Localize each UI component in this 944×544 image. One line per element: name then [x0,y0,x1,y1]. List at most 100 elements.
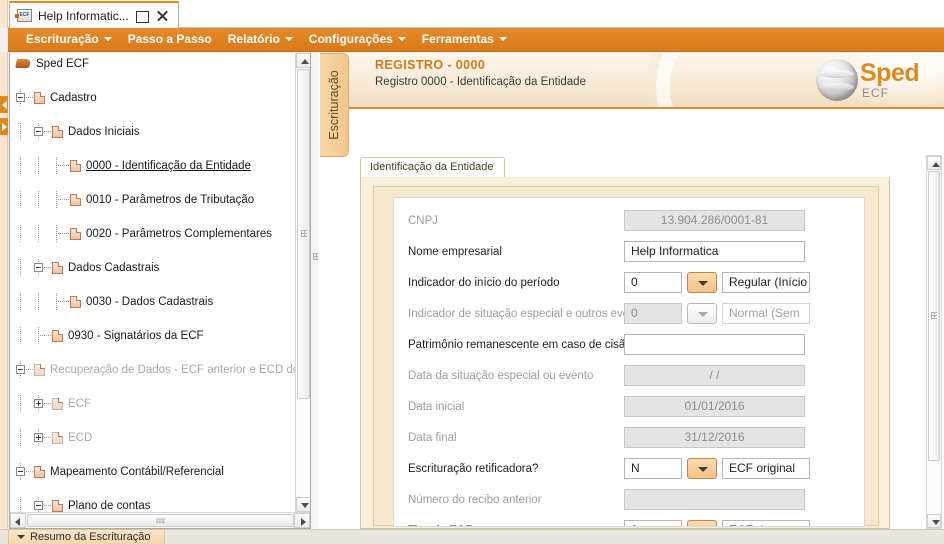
folder-icon [52,261,63,274]
resumo-da-escrituracao-panel-toggle[interactable]: Resumo da Escrituração [8,529,166,544]
combo-description-field: ECF original [722,458,810,479]
sped-ecf-logo: Sped ECF [816,57,936,103]
tree-item[interactable]: Recuperação de Dados - ECF anterior e EC… [10,361,296,378]
folder-icon [34,465,45,478]
combo-value-input[interactable]: N [624,458,682,479]
combo-description-field: Regular (Início [722,272,810,293]
tree-collapse-icon[interactable] [16,365,25,374]
text-input[interactable]: Help Informatica [624,241,805,262]
tree-item[interactable]: Sped ECF [10,55,296,72]
form-scroll-up-icon[interactable] [927,156,941,170]
tree-item-label: ECD [68,431,93,444]
tree-expand-icon[interactable] [34,433,43,442]
folder-icon [70,193,81,206]
tab-identificacao-da-entidade[interactable]: Identificação da Entidade [360,157,505,178]
form-field-label: Nome empresarial [408,245,502,258]
tree-guide-stub [44,437,51,438]
panel-collapse-left-icon[interactable] [0,96,8,113]
panel-splitter[interactable] [311,53,319,529]
tree-guide-stub [56,199,69,200]
combo-value-input[interactable]: 0 [624,272,682,293]
combo-dropdown-button[interactable] [687,520,717,526]
text-input[interactable] [624,334,805,355]
menu-item-configuracoes[interactable]: Configurações [303,29,416,50]
form-row: CNPJ 13.904.286/0001-81 [394,208,864,233]
form-row: Indicador de situação especial e outros … [394,301,864,326]
form-field-control: / / [624,365,805,386]
tree-expand-icon[interactable] [34,399,43,408]
tree-item[interactable]: Dados Cadastrais [10,259,296,276]
combo-value-input[interactable]: 0 [624,303,682,324]
tree-item[interactable]: Dados Iniciais [10,123,296,140]
tree-guide-stub [56,233,69,234]
combo-dropdown-button[interactable] [687,458,717,479]
tree-guide-stub [44,131,51,132]
ecf-document-icon [15,9,32,22]
vertical-tab-escrituracao[interactable]: Escrituração [320,53,349,157]
close-icon[interactable] [155,9,169,23]
tree-item-label: 0930 - Signatários da ECF [68,329,204,342]
tree-item[interactable]: 0030 - Dados Cadastrais [10,293,296,310]
navigation-tree[interactable]: Sped ECF Cadastro Dados Iniciais 0000 - Ide… [10,53,296,512]
tree-guide-line [38,293,39,310]
tree-scroll-right-icon[interactable] [294,513,310,528]
tree-item[interactable]: 0930 - Signatários da ECF [10,327,296,344]
tree-vertical-scroll-thumb[interactable] [297,69,310,399]
banner-subtitle: Registro 0000 - Identificação da Entidad… [375,76,586,88]
menu-item-passo-a-passo-label: Passo a Passo [127,32,212,46]
tree-item[interactable]: ECF [10,395,296,412]
tree-horizontal-scroll-thumb[interactable] [27,514,294,527]
combo-value-input[interactable]: 0 [624,520,682,526]
combo-dropdown-button[interactable] [687,303,717,324]
folder-icon [52,397,63,410]
maximize-icon[interactable] [135,9,149,23]
tree-scroll-down-icon[interactable] [296,497,310,512]
form-scroll-down-icon[interactable] [927,514,941,528]
form-vertical-scrollbar[interactable] [926,155,942,529]
tree-guide-line [20,395,21,412]
tree-scroll-up-icon[interactable] [296,53,310,68]
tree-item[interactable]: Cadastro [10,89,296,106]
combo-description-field: ECF de empre [722,520,810,526]
tree-item-label: Dados Cadastrais [68,261,160,274]
tree-collapse-icon[interactable] [34,501,43,510]
tree-item[interactable]: ECD [10,429,296,446]
tree-guide-stub [26,471,33,472]
tree-scroll-left-icon[interactable] [10,513,26,528]
tree-horizontal-scrollbar[interactable] [10,512,310,528]
document-tab[interactable]: Help Informatic... [9,1,179,28]
tree-collapse-icon[interactable] [34,127,43,136]
tree-guide-stub [26,369,33,370]
form-field-label: Patrimônio remanescente em caso de cisão… [408,338,653,351]
menu-item-passo-a-passo[interactable]: Passo a Passo [122,29,222,50]
form-row: Tipo da ECF 0 ECF de empre [394,518,864,526]
menu-item-escrituracao-label: Escrituração [26,32,99,46]
form-row: Indicador do início do período 0 Regular (… [394,270,864,295]
title-bar-left-edge [0,0,8,28]
tree-collapse-icon[interactable] [34,263,43,272]
panel-expand-right-icon[interactable] [0,118,8,135]
tree-guide-line [20,429,21,446]
tree-item-label: 0010 - Parâmetros de Tributação [86,193,255,206]
menu-item-relatorio[interactable]: Relatório [222,29,303,50]
tree-item[interactable]: 0010 - Parâmetros de Tributação [10,191,296,208]
tree-collapse-icon[interactable] [16,93,25,102]
tree-vertical-scrollbar[interactable] [295,53,310,512]
form-field-control [624,489,805,510]
tree-item[interactable]: 0020 - Parâmetros Complementares [10,225,296,242]
menu-item-escrituracao[interactable]: Escrituração [20,29,122,50]
tree-item[interactable]: 0000 - Identificação da Entidade [10,157,296,174]
tree-collapse-icon[interactable] [16,467,25,476]
menu-item-ferramentas[interactable]: Ferramentas [416,29,517,50]
form-card-outer: CNPJ 13.904.286/0001-81 Nome empresarial He… [360,177,890,529]
tree-item[interactable]: Mapeamento Contábil/Referencial [10,463,296,480]
folder-icon [52,329,63,342]
tree-item[interactable]: Plano de contas [10,497,296,512]
tree-item-label: 0000 - Identificação da Entidade [86,159,251,172]
form-field-control: 01/01/2016 [624,396,805,417]
form-field-label: CNPJ [408,214,439,227]
banner-title: REGISTRO - 0000 [375,58,486,72]
tree-guide-line [20,259,21,276]
combo-dropdown-button[interactable] [687,272,717,293]
form-vertical-scroll-thumb[interactable] [928,171,940,461]
